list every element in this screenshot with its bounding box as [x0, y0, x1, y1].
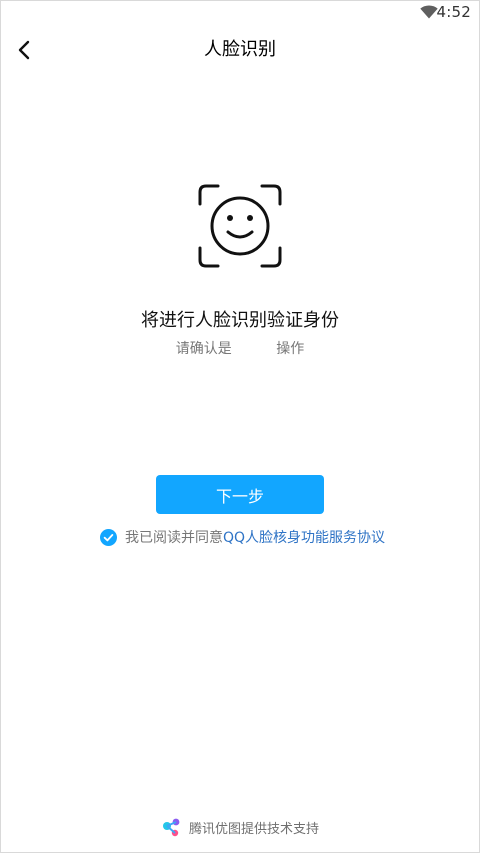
page-title: 人脸识别 [204, 39, 276, 60]
status-time: 4:52 [436, 3, 471, 21]
verification-heading: 将进行人脸识别验证身份 [141, 310, 339, 331]
nav-bar: 人脸识别 [0, 24, 480, 76]
wifi-icon [420, 5, 438, 19]
next-step-button[interactable]: 下一步 [156, 475, 324, 514]
agreement-prefix: 我已阅读并同意 [125, 530, 223, 546]
status-bar: 4:52 [0, 0, 480, 24]
footer-support-text: 腾讯优图提供技术支持 [188, 821, 319, 837]
face-scan-icon [198, 184, 282, 268]
footer: 腾讯优图提供技术支持 [0, 816, 480, 838]
checkbox-checked-icon[interactable] [100, 528, 117, 546]
agreement-row: 我已阅读并同意 QQ人脸核身功能服务协议 [100, 527, 385, 547]
screen-frame [0, 0, 480, 853]
youtu-logo-icon [162, 818, 180, 837]
service-agreement-link[interactable]: QQ人脸核身功能服务协议 [223, 527, 385, 547]
confirm-identity-text: 请确认是 操作 [175, 341, 305, 357]
